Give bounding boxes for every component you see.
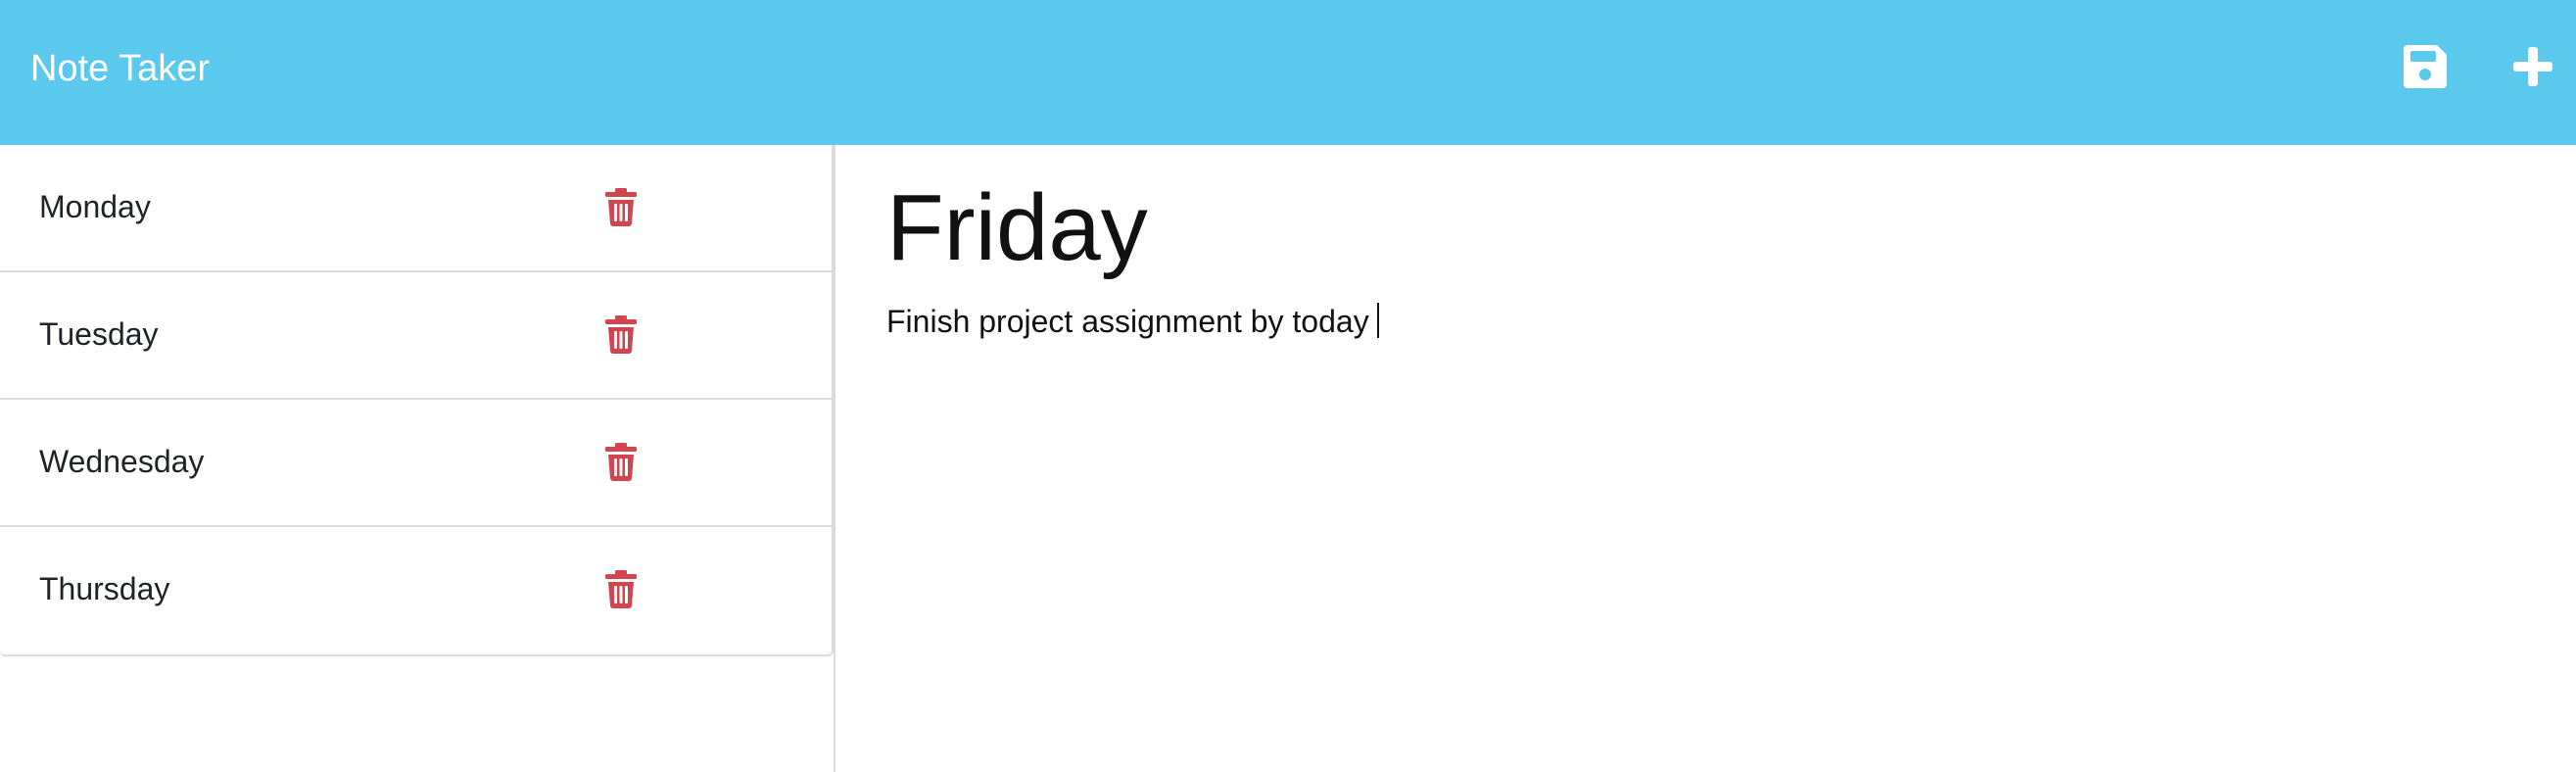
new-note-button[interactable] — [2507, 41, 2558, 92]
note-title[interactable]: Thursday — [39, 570, 169, 607]
trash-icon[interactable] — [604, 187, 638, 226]
note-list: Monday Tuesday Wednesday Thursday — [0, 145, 834, 656]
trash-icon[interactable] — [604, 314, 638, 354]
note-textarea[interactable]: Finish project assignment by today — [886, 302, 2454, 713]
text-caret — [1376, 303, 1379, 338]
list-item[interactable]: Tuesday — [0, 272, 832, 400]
list-item[interactable]: Wednesday — [0, 400, 832, 527]
note-title-input[interactable] — [886, 174, 2454, 282]
app-title[interactable]: Note Taker — [30, 47, 210, 90]
trash-icon[interactable] — [604, 569, 638, 608]
note-title[interactable]: Wednesday — [39, 443, 204, 480]
navbar: Note Taker — [0, 0, 2576, 145]
notes-sidebar: Monday Tuesday Wednesday Thursday — [0, 145, 835, 772]
note-title[interactable]: Tuesday — [39, 315, 159, 353]
list-item[interactable]: Thursday — [0, 527, 832, 654]
trash-icon[interactable] — [604, 442, 638, 481]
save-note-button[interactable] — [2400, 41, 2451, 92]
floppy-disk-icon — [2404, 45, 2447, 88]
plus-icon — [2513, 47, 2552, 86]
note-text: Finish project assignment by today — [886, 304, 1369, 339]
note-editor: Finish project assignment by today — [837, 145, 2576, 772]
note-title[interactable]: Monday — [39, 188, 151, 225]
list-item[interactable]: Monday — [0, 145, 832, 272]
